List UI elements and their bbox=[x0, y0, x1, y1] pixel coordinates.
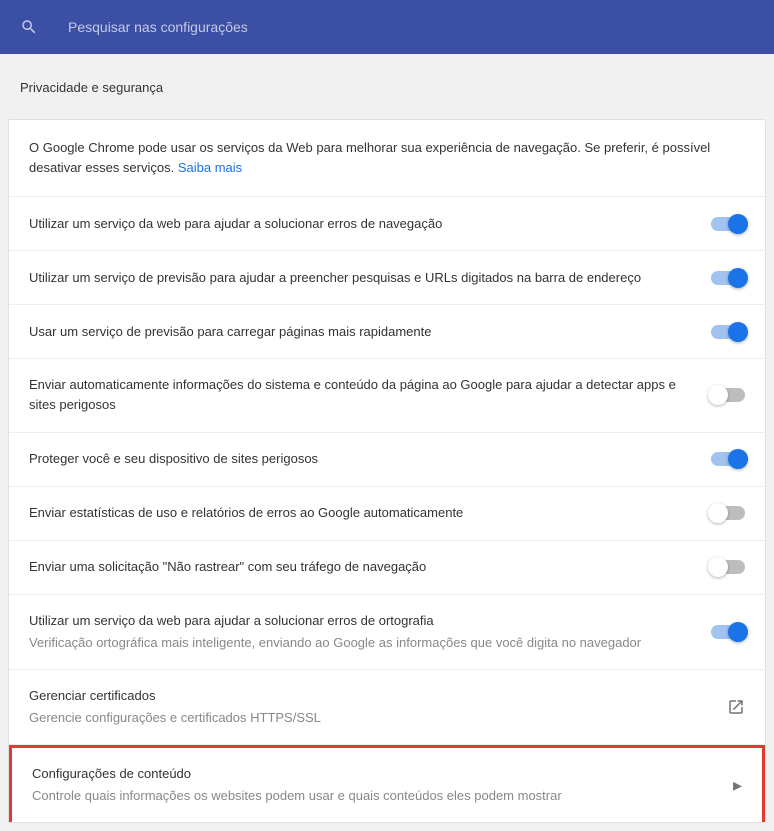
toggle-preload[interactable] bbox=[711, 325, 745, 339]
row-title: Enviar automaticamente informações do si… bbox=[29, 375, 711, 415]
row-title: Usar um serviço de previsão para carrega… bbox=[29, 322, 711, 342]
row-spellcheck[interactable]: Utilizar um serviço da web para ajudar a… bbox=[9, 595, 765, 670]
row-title: Utilizar um serviço de previsão para aju… bbox=[29, 268, 711, 288]
row-certificates[interactable]: Gerenciar certificados Gerencie configur… bbox=[9, 670, 765, 745]
row-title: Utilizar um serviço da web para ajudar a… bbox=[29, 214, 711, 234]
search-icon bbox=[20, 18, 38, 36]
learn-more-link[interactable]: Saiba mais bbox=[178, 160, 242, 175]
row-dnt[interactable]: Enviar uma solicitação "Não rastrear" co… bbox=[9, 541, 765, 595]
search-input[interactable] bbox=[68, 19, 568, 35]
content: Privacidade e segurança O Google Chrome … bbox=[0, 54, 774, 831]
search-bar bbox=[0, 0, 774, 54]
toggle-spellcheck[interactable] bbox=[711, 625, 745, 639]
row-prediction[interactable]: Utilizar um serviço de previsão para aju… bbox=[9, 251, 765, 305]
toggle-dnt[interactable] bbox=[711, 560, 745, 574]
row-content-settings[interactable]: Configurações de conteúdo Controle quais… bbox=[9, 745, 765, 822]
toggle-protect[interactable] bbox=[711, 452, 745, 466]
intro-row: O Google Chrome pode usar os serviços da… bbox=[9, 120, 765, 197]
toggle-prediction[interactable] bbox=[711, 271, 745, 285]
row-title: Proteger você e seu dispositivo de sites… bbox=[29, 449, 711, 469]
row-text: Gerenciar certificados Gerencie configur… bbox=[29, 686, 727, 728]
row-auto-send[interactable]: Enviar automaticamente informações do si… bbox=[9, 359, 765, 432]
row-preload[interactable]: Usar um serviço de previsão para carrega… bbox=[9, 305, 765, 359]
toggle-usage-stats[interactable] bbox=[711, 506, 745, 520]
row-protect[interactable]: Proteger você e seu dispositivo de sites… bbox=[9, 433, 765, 487]
intro-text: O Google Chrome pode usar os serviços da… bbox=[29, 140, 710, 175]
toggle-auto-send[interactable] bbox=[711, 388, 745, 402]
settings-card: O Google Chrome pode usar os serviços da… bbox=[8, 119, 766, 823]
row-title: Configurações de conteúdo bbox=[32, 764, 713, 784]
external-link-icon bbox=[727, 698, 745, 716]
row-subtitle: Gerencie configurações e certificados HT… bbox=[29, 708, 707, 728]
row-subtitle: Verificação ortográfica mais inteligente… bbox=[29, 633, 691, 653]
row-text: Utilizar um serviço da web para ajudar a… bbox=[29, 611, 711, 653]
row-title: Utilizar um serviço da web para ajudar a… bbox=[29, 611, 691, 631]
row-usage-stats[interactable]: Enviar estatísticas de uso e relatórios … bbox=[9, 487, 765, 541]
toggle-nav-errors[interactable] bbox=[711, 217, 745, 231]
row-title: Gerenciar certificados bbox=[29, 686, 707, 706]
section-title: Privacidade e segurança bbox=[8, 80, 766, 95]
row-title: Enviar uma solicitação "Não rastrear" co… bbox=[29, 557, 711, 577]
row-nav-errors[interactable]: Utilizar um serviço da web para ajudar a… bbox=[9, 197, 765, 251]
row-subtitle: Controle quais informações os websites p… bbox=[32, 786, 713, 806]
row-text: Configurações de conteúdo Controle quais… bbox=[32, 764, 733, 806]
chevron-right-icon: ▸ bbox=[733, 775, 742, 796]
row-title: Enviar estatísticas de uso e relatórios … bbox=[29, 503, 711, 523]
